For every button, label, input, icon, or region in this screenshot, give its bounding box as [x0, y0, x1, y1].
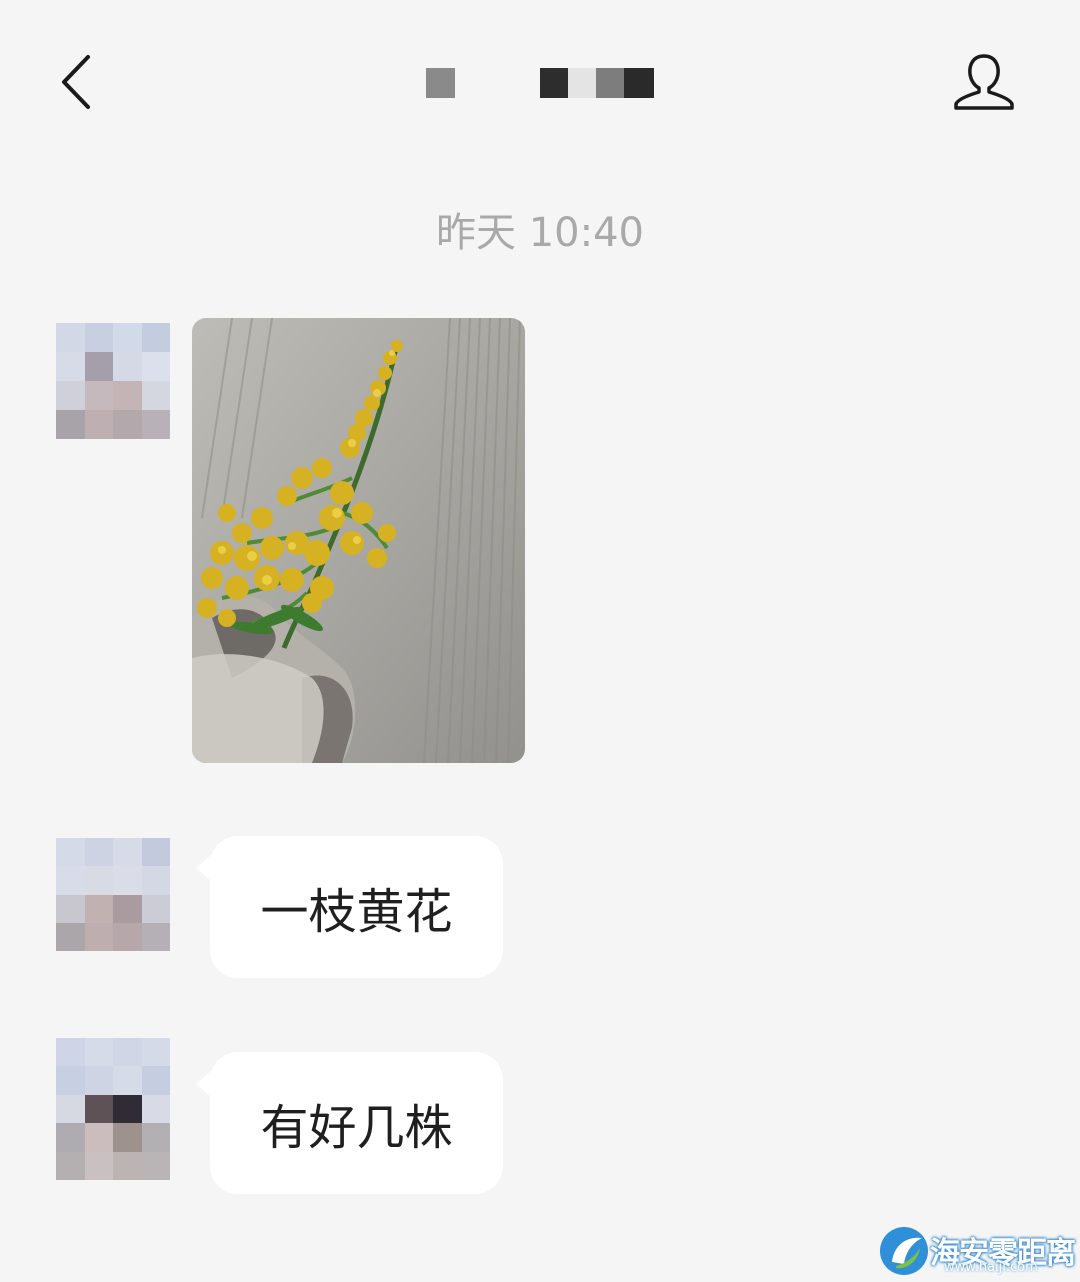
avatar[interactable] — [56, 1038, 170, 1180]
message-bubble[interactable]: 一枝黄花 — [196, 836, 503, 978]
chevron-left-icon — [62, 55, 90, 109]
watermark-url: www.haiji.com — [944, 1260, 1038, 1275]
message-text: 有好几株 — [260, 1100, 453, 1156]
avatar[interactable] — [56, 323, 170, 439]
haian-logo-icon — [880, 1227, 928, 1275]
message-text: 一枝黄花 — [260, 884, 453, 940]
bubble-tail — [196, 854, 212, 882]
bubble-tail — [196, 1070, 212, 1098]
watermark: 海安零距离 www.haiji.com — [878, 1226, 1078, 1278]
photo-message[interactable] — [192, 318, 525, 763]
back-button[interactable] — [56, 52, 106, 112]
top-bar — [0, 0, 1080, 165]
chat-title-redacted — [426, 68, 686, 98]
person-outline-icon — [954, 54, 1014, 110]
message-bubble[interactable]: 有好几株 — [196, 1052, 503, 1194]
chat-info-button[interactable] — [952, 52, 1016, 112]
message-timestamp: 昨天 10:40 — [436, 210, 644, 256]
avatar[interactable] — [56, 838, 170, 951]
yellow-flower-photo — [192, 318, 525, 763]
